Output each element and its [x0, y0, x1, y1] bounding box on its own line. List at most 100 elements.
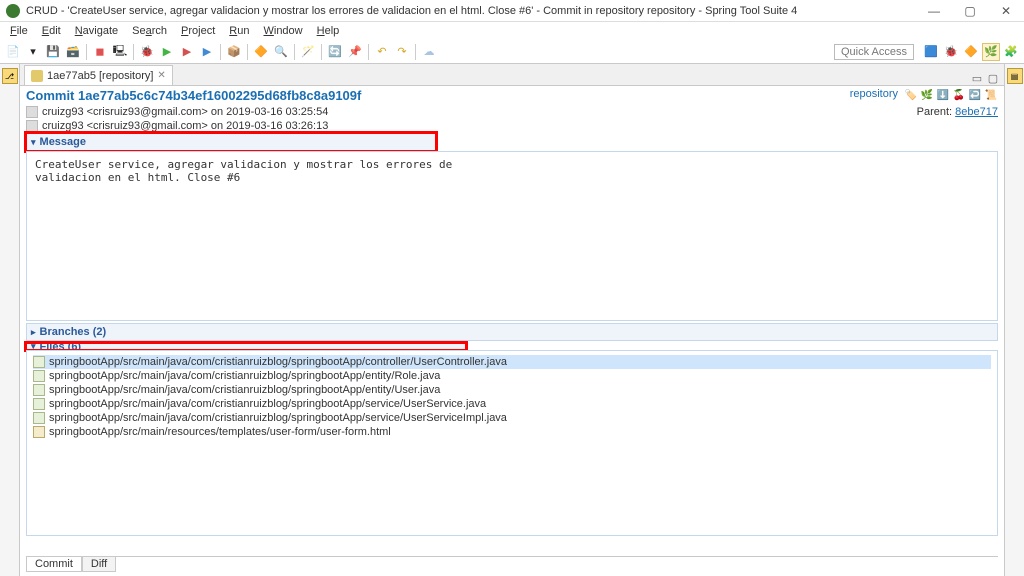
- tab-max-icon[interactable]: ▢: [986, 72, 1000, 85]
- cherry-pick-icon[interactable]: 🍒: [952, 88, 966, 102]
- cloud-icon[interactable]: ☁: [420, 43, 438, 61]
- commit-hash-title: Commit 1ae77ab5c6c74b34ef16002295d68fb8c…: [26, 88, 850, 103]
- type-icon[interactable]: 🔶: [252, 43, 270, 61]
- new-icon[interactable]: 📄: [4, 43, 22, 61]
- perspective-git-icon[interactable]: 🌿: [982, 43, 1000, 61]
- back-icon[interactable]: ↶: [373, 43, 391, 61]
- file-row[interactable]: springbootApp/src/main/java/com/cristian…: [33, 411, 991, 425]
- commit-message-text: CreateUser service, agregar validacion y…: [26, 151, 998, 321]
- menu-file[interactable]: File: [4, 24, 34, 38]
- collapse-icon[interactable]: ▾: [31, 137, 36, 148]
- expand-icon[interactable]: ▸: [31, 327, 36, 338]
- menu-search[interactable]: Search: [126, 24, 173, 38]
- file-row[interactable]: springbootApp/src/main/resources/templat…: [33, 425, 991, 439]
- repository-link[interactable]: repository: [850, 88, 898, 100]
- run-icon[interactable]: ▶: [158, 43, 176, 61]
- tab-diff[interactable]: Diff: [82, 557, 116, 572]
- wand-icon[interactable]: 🪄: [299, 43, 317, 61]
- collapse-icon[interactable]: ▾: [31, 343, 36, 350]
- editor-tab-label: 1ae77ab5 [repository]: [47, 70, 153, 82]
- menu-edit[interactable]: Edit: [36, 24, 67, 38]
- file-row[interactable]: springbootApp/src/main/java/com/cristian…: [33, 355, 991, 369]
- toolbar: 📄 ▾ 💾 🗃️ ◼ 🖳 🐞 ▶ ▶ ▶ 📦 🔶 🔍 🪄 🔄 📌 ↶ ↷ ☁ Q…: [0, 40, 1024, 64]
- perspective-more-icon[interactable]: 🧩: [1002, 43, 1020, 61]
- pin-icon[interactable]: 📌: [346, 43, 364, 61]
- menu-window[interactable]: Window: [257, 24, 308, 38]
- menu-help[interactable]: Help: [311, 24, 346, 38]
- file-row[interactable]: springbootApp/src/main/java/com/cristian…: [33, 383, 991, 397]
- menu-navigate[interactable]: Navigate: [69, 24, 124, 38]
- tab-min-icon[interactable]: ▭: [970, 72, 984, 85]
- perspective-debug-icon[interactable]: 🐞: [942, 43, 960, 61]
- bottom-tab-strip: Commit Diff: [26, 556, 998, 576]
- file-path: springbootApp/src/main/java/com/cristian…: [49, 412, 507, 424]
- save-icon[interactable]: 💾: [44, 43, 62, 61]
- window-title: CRUD - 'CreateUser service, agregar vali…: [26, 5, 916, 17]
- right-trim: ▤: [1004, 64, 1024, 576]
- commit-view: Commit 1ae77ab5c6c74b34ef16002295d68fb8c…: [20, 86, 1004, 576]
- window-maximize[interactable]: ▢: [952, 0, 988, 21]
- annotation-box-files: ▾ Files (6): [26, 343, 466, 350]
- menu-bar: File Edit Navigate Search Project Run Wi…: [0, 22, 1024, 40]
- outline-shortcut-icon[interactable]: ▤: [1007, 68, 1023, 84]
- section-files-label: Files (6): [40, 343, 82, 350]
- file-row[interactable]: springbootApp/src/main/java/com/cristian…: [33, 397, 991, 411]
- annotation-box-message: ▾ Message: [26, 133, 436, 151]
- window-close[interactable]: ✕: [988, 0, 1024, 21]
- quick-access[interactable]: Quick Access: [834, 44, 914, 60]
- run-config-icon[interactable]: ▶: [178, 43, 196, 61]
- committer-avatar-icon: [26, 120, 38, 132]
- section-branches-label: Branches (2): [40, 326, 107, 338]
- perspective-java-icon[interactable]: 🟦: [922, 43, 940, 61]
- close-icon[interactable]: ✕: [157, 70, 165, 81]
- terminal-icon[interactable]: 🖳: [111, 43, 129, 61]
- window-title-bar: CRUD - 'CreateUser service, agregar vali…: [0, 0, 1024, 22]
- parent-hash-link[interactable]: 8ebe717: [955, 106, 998, 118]
- author-avatar-icon: [26, 106, 38, 118]
- save-all-icon[interactable]: 🗃️: [64, 43, 82, 61]
- files-list: springbootApp/src/main/java/com/cristian…: [26, 350, 998, 536]
- menu-project[interactable]: Project: [175, 24, 221, 38]
- file-path: springbootApp/src/main/java/com/cristian…: [49, 356, 507, 368]
- commit-toolbar: 🏷️ 🌿 ⬇️ 🍒 ↩️ 📜: [904, 88, 998, 102]
- checkout-icon[interactable]: ⬇️: [936, 88, 950, 102]
- java-file-icon: [33, 412, 45, 424]
- commit-tab-icon: [31, 70, 43, 82]
- author-line: cruizg93 <crisruiz93@gmail.com> on 2019-…: [42, 106, 328, 118]
- section-message-header[interactable]: ▾ Message: [26, 133, 436, 151]
- show-in-history-icon[interactable]: 📜: [984, 88, 998, 102]
- file-path: springbootApp/src/main/java/com/cristian…: [49, 398, 486, 410]
- branch-icon[interactable]: 🌿: [920, 88, 934, 102]
- java-file-icon: [33, 370, 45, 382]
- section-files-header[interactable]: ▾ Files (6): [26, 343, 466, 350]
- forward-icon[interactable]: ↷: [393, 43, 411, 61]
- file-path: springbootApp/src/main/resources/templat…: [49, 426, 391, 438]
- debug-icon[interactable]: 🐞: [138, 43, 156, 61]
- html-file-icon: [33, 426, 45, 438]
- section-branches-header[interactable]: ▸ Branches (2): [26, 323, 998, 341]
- perspective-team-icon[interactable]: 🔶: [962, 43, 980, 61]
- left-trim: ⎇: [0, 64, 20, 576]
- menu-run[interactable]: Run: [223, 24, 255, 38]
- tag-icon[interactable]: 🏷️: [904, 88, 918, 102]
- editor-tab-commit[interactable]: 1ae77ab5 [repository] ✕: [24, 65, 173, 85]
- window-minimize[interactable]: —: [916, 0, 952, 21]
- java-file-icon: [33, 384, 45, 396]
- stop-icon[interactable]: ◼: [91, 43, 109, 61]
- file-row[interactable]: springbootApp/src/main/java/com/cristian…: [33, 369, 991, 383]
- app-icon: [6, 4, 20, 18]
- package-icon[interactable]: 📦: [225, 43, 243, 61]
- editor-tab-strip: 1ae77ab5 [repository] ✕ ▭ ▢: [20, 64, 1004, 86]
- git-repos-shortcut-icon[interactable]: ⎇: [2, 68, 18, 84]
- file-path: springbootApp/src/main/java/com/cristian…: [49, 384, 440, 396]
- dropdown-icon[interactable]: ▾: [24, 43, 42, 61]
- parent-label: Parent: 8ebe717: [917, 106, 998, 118]
- tab-commit[interactable]: Commit: [26, 557, 82, 572]
- search-icon[interactable]: 🔍: [272, 43, 290, 61]
- revert-icon[interactable]: ↩️: [968, 88, 982, 102]
- section-message-label: Message: [40, 136, 86, 148]
- file-path: springbootApp/src/main/java/com/cristian…: [49, 370, 440, 382]
- toggle-icon[interactable]: 🔄: [326, 43, 344, 61]
- run-alt-icon[interactable]: ▶: [198, 43, 216, 61]
- committer-line: cruizg93 <crisruiz93@gmail.com> on 2019-…: [42, 120, 328, 132]
